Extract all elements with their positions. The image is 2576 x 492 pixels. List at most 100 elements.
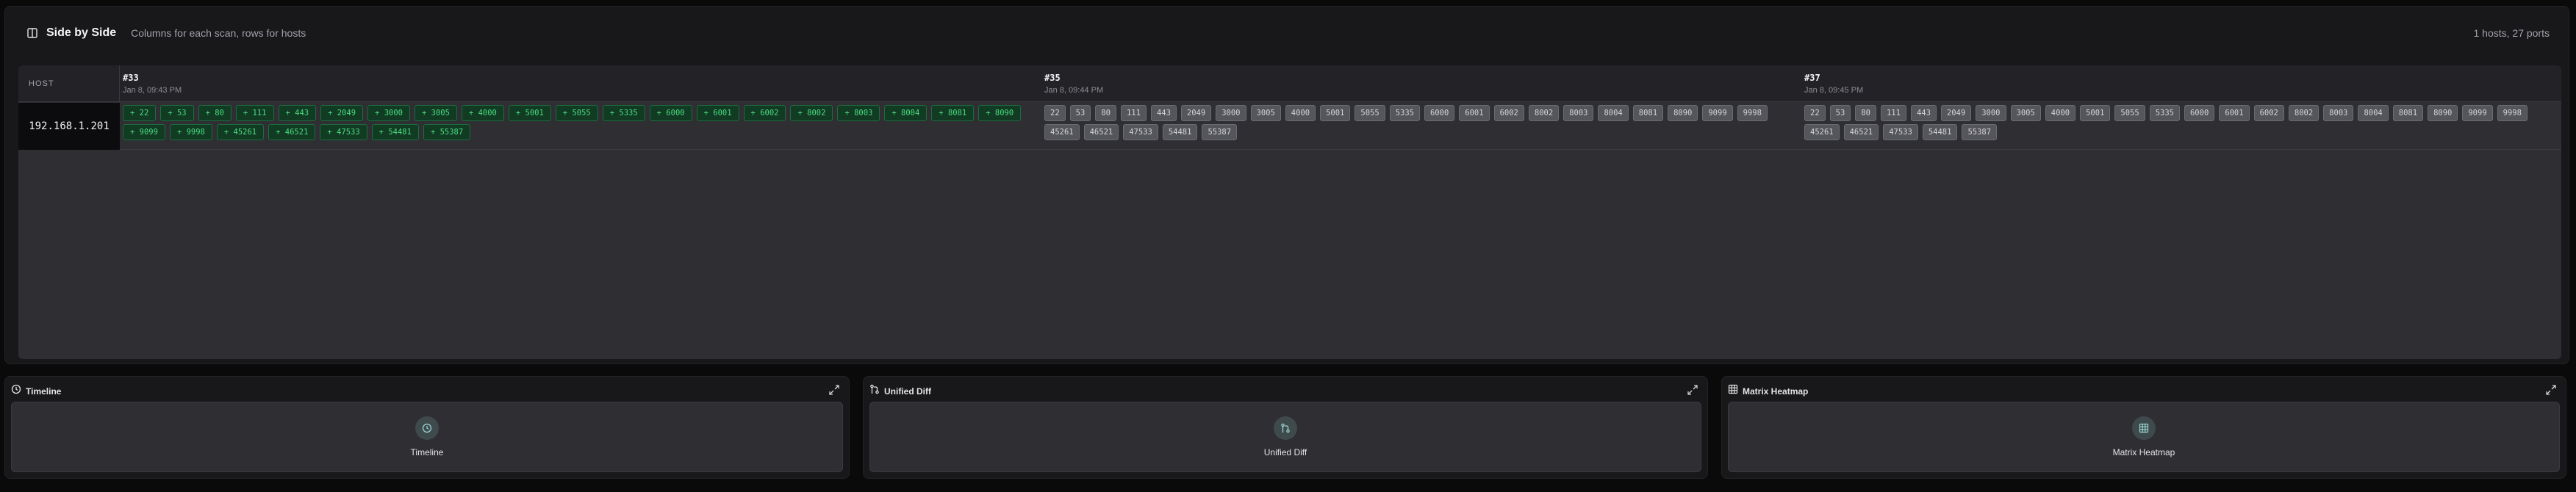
scan-date: Jan 8, 09:45 PM <box>1804 86 1864 95</box>
port-badge: 2049 <box>1940 105 1972 121</box>
port-badge: 6002 <box>2253 105 2284 121</box>
expand-icon[interactable] <box>2545 384 2557 396</box>
port-badge: 3005 <box>2010 105 2041 121</box>
scan-column-header[interactable]: #35 Jan 8, 09:44 PM <box>1044 65 1103 102</box>
card-title: Unified Diff <box>884 386 931 397</box>
panel-title: Side by Side <box>46 26 117 39</box>
port-badge: 111 <box>1880 105 1906 121</box>
matrix-heatmap-card: Matrix Heatmap Matrix Heatmap <box>1721 376 2566 479</box>
matrix-heatmap-placeholder[interactable]: Matrix Heatmap <box>1728 402 2560 472</box>
scan-id: #35 <box>1044 73 1061 83</box>
port-badge-added: + 80 <box>198 105 232 121</box>
port-badge: 5055 <box>1355 105 1385 121</box>
port-badge-added: + 8002 <box>790 105 833 121</box>
port-badge-added: + 6000 <box>649 105 692 121</box>
host-column-header: HOST <box>18 65 120 102</box>
port-badge: 6000 <box>2184 105 2215 121</box>
port-badge: 8081 <box>2392 105 2424 121</box>
scan-id: #33 <box>123 73 139 83</box>
ports-cell-scan-35: 22 53 80 111 443 2049 3000 3005 4000 5001 5055 5335… <box>1044 105 1798 140</box>
port-badge: 8003 <box>1563 105 1594 121</box>
unified-diff-card: Unified Diff Unified Diff <box>863 376 1708 479</box>
port-badge-added: + 55387 <box>423 124 471 140</box>
scan-date: Jan 8, 09:43 PM <box>123 86 182 95</box>
port-badge: 46521 <box>1843 124 1879 140</box>
port-badge: 55387 <box>1202 124 1238 140</box>
port-badge-added: + 6001 <box>696 105 739 121</box>
card-title-row: Matrix Heatmap <box>1728 384 1808 398</box>
timeline-card: Timeline Timeline <box>4 376 850 479</box>
port-badge: 53 <box>1829 105 1851 121</box>
port-badge: 45261 <box>1804 124 1840 140</box>
port-badge: 8002 <box>1528 105 1560 121</box>
port-badge: 53 <box>1069 105 1091 121</box>
clock-icon <box>11 384 21 398</box>
card-label: Timeline <box>410 447 444 457</box>
port-badge: 22 <box>1044 105 1066 121</box>
ports-cell-scan-37: 22 53 80 111 443 2049 3000 3005 4000 5001 5055 5335… <box>1804 105 2558 140</box>
scan-column-header[interactable]: #37 Jan 8, 09:45 PM <box>1804 65 1863 102</box>
port-badge: 4000 <box>1285 105 1316 121</box>
port-badge: 6000 <box>1424 105 1455 121</box>
port-badge: 5055 <box>2114 105 2145 121</box>
port-badge: 8004 <box>2358 105 2389 121</box>
port-badge-added: + 46521 <box>268 124 316 140</box>
port-badge: 80 <box>1095 105 1116 121</box>
grid-icon <box>1728 384 1738 398</box>
grid-header-row: HOST #33 Jan 8, 09:43 PM #35 Jan 8, 09:4… <box>18 65 2561 102</box>
port-badge-added: + 8003 <box>837 105 880 121</box>
card-title-row: Timeline <box>11 384 61 398</box>
card-title-row: Unified Diff <box>869 384 931 398</box>
card-label: Unified Diff <box>1263 447 1307 457</box>
port-badge: 4000 <box>2045 105 2076 121</box>
card-label: Matrix Heatmap <box>2112 447 2175 457</box>
port-badge: 8004 <box>1598 105 1629 121</box>
scan-id: #37 <box>1804 73 1820 83</box>
port-badge-added: + 5001 <box>508 105 551 121</box>
unified-diff-placeholder[interactable]: Unified Diff <box>869 402 1701 472</box>
port-badge: 3000 <box>1976 105 2006 121</box>
port-badge: 8081 <box>1632 105 1664 121</box>
port-badge: 6001 <box>2219 105 2250 121</box>
host-cell[interactable]: 192.168.1.201 <box>18 103 120 150</box>
port-badge: 47533 <box>1883 124 1918 140</box>
timeline-placeholder[interactable]: Timeline <box>11 402 843 472</box>
port-badge-added: + 4000 <box>461 105 504 121</box>
grid-icon <box>2132 416 2156 440</box>
port-badge: 54481 <box>1162 124 1198 140</box>
port-badge: 3000 <box>1216 105 1246 121</box>
port-badge: 111 <box>1120 105 1147 121</box>
host-row: 192.168.1.201 + 22 + 53 + 80 + 111 + 443 + 20… <box>18 103 2561 150</box>
port-badge: 3005 <box>1250 105 1281 121</box>
comparison-grid: HOST #33 Jan 8, 09:43 PM #35 Jan 8, 09:4… <box>18 65 2561 359</box>
port-badge-added: + 8090 <box>978 105 1022 121</box>
port-badge: 9998 <box>1737 105 1768 121</box>
port-badge: 6001 <box>1459 105 1490 121</box>
port-badge: 2049 <box>1180 105 1212 121</box>
expand-icon[interactable] <box>1687 384 1698 396</box>
port-badge-added: + 3000 <box>367 105 410 121</box>
ports-cell-scan-33: + 22 + 53 + 80 + 111 + 443 + 2049 + 3000 + 3005… <box>123 105 1030 140</box>
columns-icon <box>24 25 40 41</box>
port-badge-added: + 111 <box>235 105 274 121</box>
port-badge: 46521 <box>1083 124 1119 140</box>
port-badge-added: + 53 <box>160 105 194 121</box>
port-badge: 80 <box>1855 105 1876 121</box>
side-by-side-panel: Side by Side Columns for each scan, rows… <box>4 6 2569 364</box>
scan-date: Jan 8, 09:44 PM <box>1044 86 1104 95</box>
card-title: Timeline <box>26 386 62 397</box>
port-badge: 22 <box>1804 105 1826 121</box>
card-title: Matrix Heatmap <box>1743 386 1809 397</box>
port-badge-added: + 22 <box>123 105 157 121</box>
port-badge-added: + 8004 <box>884 105 928 121</box>
expand-icon[interactable] <box>828 384 840 396</box>
port-badge-added: + 54481 <box>371 124 419 140</box>
port-badge: 8002 <box>2288 105 2320 121</box>
port-badge-added: + 5335 <box>602 105 645 121</box>
scan-column-header[interactable]: #33 Jan 8, 09:43 PM <box>123 65 182 102</box>
port-badge: 443 <box>1150 105 1177 121</box>
port-badge-added: + 8081 <box>931 105 975 121</box>
port-badge-added: + 5055 <box>555 105 598 121</box>
port-badge-added: + 9998 <box>169 124 212 140</box>
panel-header: Side by Side Columns for each scan, rows… <box>5 7 2569 59</box>
